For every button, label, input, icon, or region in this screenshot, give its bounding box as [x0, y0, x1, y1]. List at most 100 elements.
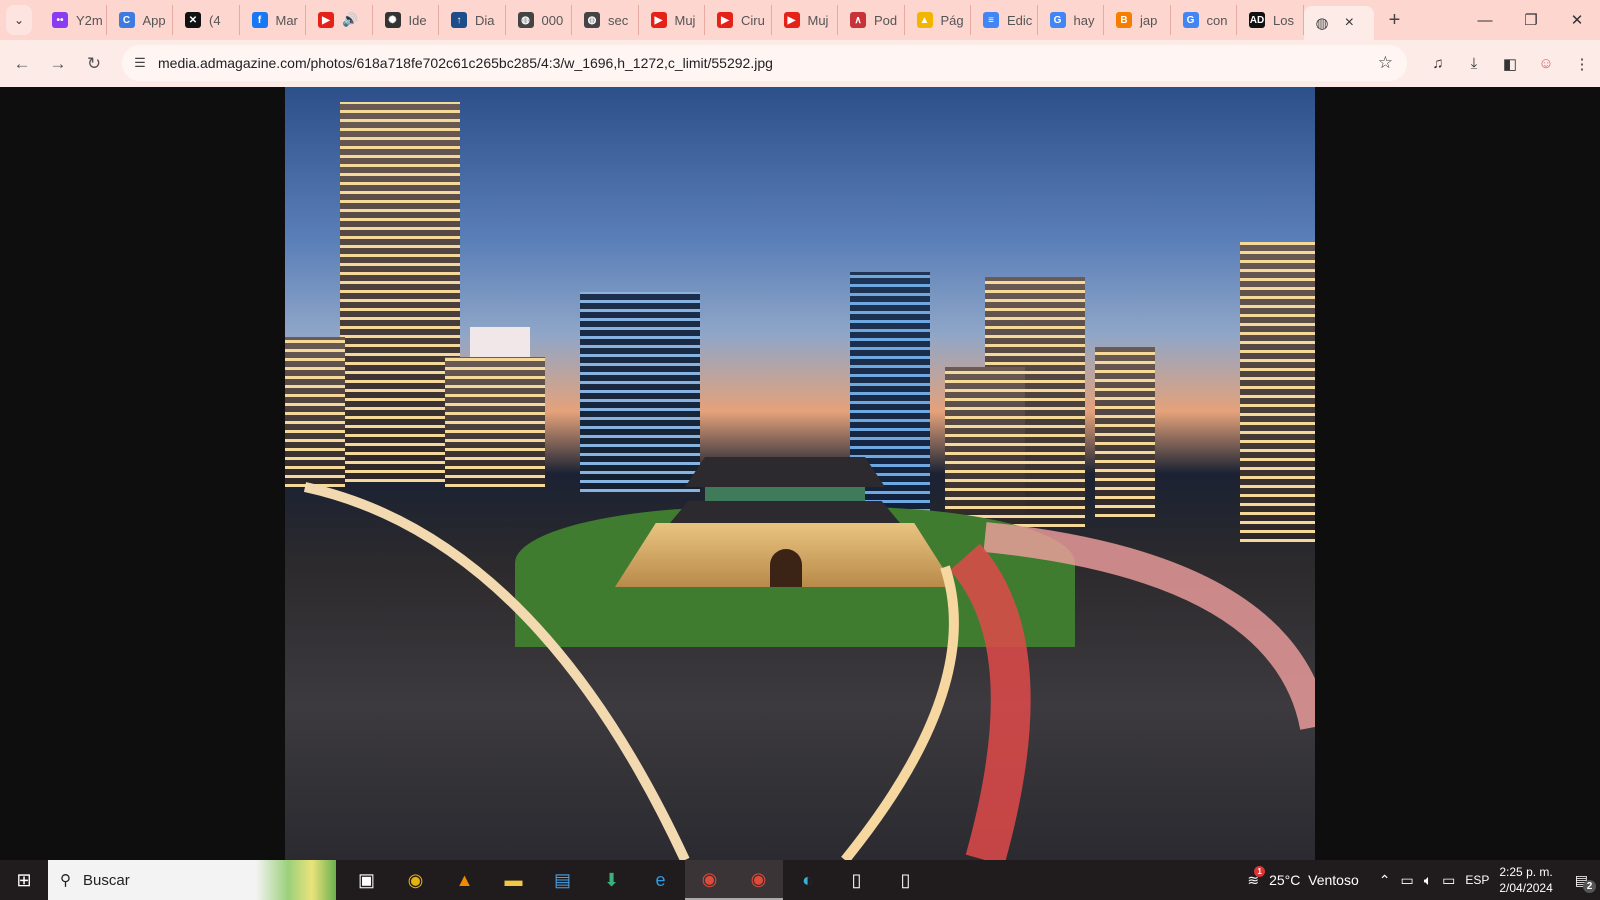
clock[interactable]: 2:25 p. m. 2/04/2024 — [1499, 864, 1552, 896]
media-control-icon[interactable]: ♫ — [1420, 55, 1456, 72]
minimize-button[interactable]: — — [1462, 0, 1508, 40]
tab-label: App — [142, 12, 166, 28]
capcut-icon: ✕ — [185, 12, 201, 28]
tab[interactable]: ◍ 000 — [506, 5, 572, 35]
vlc-icon[interactable]: ▲ — [440, 860, 489, 900]
windows-start-button[interactable]: ⊞ — [0, 870, 48, 891]
tab-label: con — [1206, 12, 1228, 28]
tab[interactable]: Gcon — [1171, 5, 1237, 35]
docs-icon: ≡ — [983, 12, 999, 28]
tab[interactable]: AD Los — [1237, 5, 1304, 35]
tab-label: sec — [608, 12, 629, 28]
tab-label: hay — [1073, 12, 1095, 28]
tab[interactable]: ▶ Ciru — [705, 5, 772, 35]
menu-icon[interactable]: ⋮ — [1564, 55, 1600, 73]
globe-icon: ◍ — [1315, 15, 1329, 32]
language-indicator[interactable]: ESP — [1465, 873, 1489, 887]
profile-avatar[interactable]: ☺ — [1528, 55, 1564, 72]
tab[interactable]: ▲ Pág — [905, 5, 971, 35]
show-hidden-icons-button[interactable]: ⌃ — [1379, 872, 1391, 889]
speaker-icon[interactable]: 🔊 — [342, 12, 358, 28]
tab[interactable]: ↑ Dia — [439, 5, 506, 35]
tab[interactable]: Bjap — [1104, 5, 1171, 35]
site-settings-icon[interactable]: ☰ — [122, 55, 158, 71]
back-button[interactable]: ← — [4, 54, 40, 74]
tab[interactable]: ▶ Muj — [772, 5, 838, 35]
file-icon[interactable]: ▯ — [832, 860, 881, 900]
reload-button[interactable]: ↻ — [76, 54, 112, 74]
ad-logo-icon: AD — [1249, 12, 1265, 28]
file-icon-2[interactable]: ▯ — [881, 860, 930, 900]
tab[interactable]: •• Y2m — [40, 5, 107, 35]
tab-label: Dia — [475, 12, 495, 28]
new-tab-button[interactable]: + — [1380, 9, 1410, 32]
tab-label: Edic — [1007, 12, 1033, 28]
chrome-profile-icon-2[interactable]: ◉ — [734, 860, 783, 900]
youtube-icon: ▶ — [783, 12, 800, 28]
tab[interactable]: C App — [107, 5, 173, 35]
taskbar-search[interactable]: ⚲ Buscar — [48, 860, 336, 900]
tab-label: Los — [1273, 12, 1294, 28]
volume-icon[interactable]: 🔈︎ — [1424, 872, 1432, 889]
internet-explorer-icon[interactable]: e — [636, 860, 685, 900]
task-view-icon[interactable]: ▣ — [342, 860, 391, 900]
tab-label: Pod — [874, 12, 898, 28]
file-explorer-icon[interactable]: ▬ — [489, 860, 538, 900]
tab-label: Muj — [674, 12, 696, 28]
tab-label: Y2m — [76, 12, 103, 28]
search-highlight-image — [256, 860, 336, 900]
tab[interactable]: ▶ Muj — [639, 5, 705, 35]
podcast-icon: ∧ — [850, 12, 866, 28]
tab[interactable]: f Mar — [240, 5, 306, 35]
tab[interactable]: ✺ Ide — [373, 5, 439, 35]
tab-bar: ⌄ •• Y2m C App ✕ (4 f Mar ▶ 🔊 ✺ Ide ↑ Dia ◍ 000 ◍ sec ▶ Muj… — [0, 0, 1600, 40]
network-icon[interactable]: ▭ — [1442, 872, 1455, 889]
blogger-icon: B — [1116, 12, 1132, 28]
youtube-icon: ▶ — [650, 12, 667, 28]
light-trails — [303, 482, 1315, 860]
tab-label: Muj — [807, 12, 829, 28]
tab-search-button[interactable]: ⌄ — [6, 5, 32, 35]
edge-icon[interactable]: ◐ — [783, 860, 832, 900]
notifications-icon[interactable]: ▤ 2 — [1575, 872, 1596, 893]
tab-label: Mar — [275, 12, 298, 28]
tab[interactable]: ≡ Edic — [971, 5, 1038, 35]
youtube-icon: ▶ — [717, 12, 733, 28]
displayed-image — [285, 87, 1315, 860]
forward-button[interactable]: → — [40, 54, 76, 74]
url-text[interactable]: media.admagazine.com/photos/618a718fe702… — [158, 55, 773, 71]
youtube-icon: ▶ — [318, 12, 334, 28]
restore-button[interactable]: ❐ — [1508, 0, 1554, 40]
close-window-button[interactable]: ✕ — [1554, 0, 1600, 40]
tab[interactable]: ∧ Pod — [838, 5, 905, 35]
tab-label: jap — [1140, 12, 1158, 28]
tab[interactable]: ▶ 🔊 — [306, 5, 373, 35]
search-icon: ⚲ — [60, 872, 71, 889]
chrome-icon[interactable]: ◉ — [391, 860, 440, 900]
store-icon[interactable]: ▤ — [538, 860, 587, 900]
tab-active[interactable]: ◍ × — [1303, 6, 1374, 40]
drive-icon: ▲ — [916, 12, 933, 28]
bookmark-star-icon[interactable]: ☆ — [1378, 53, 1393, 73]
globe-icon: ◍ — [584, 12, 600, 28]
globe-icon: ◍ — [517, 12, 534, 28]
side-panel-icon[interactable]: ◧ — [1492, 55, 1528, 73]
tab-label: Ide — [408, 12, 427, 28]
weather-icon[interactable]: ≋ 1 — [1247, 865, 1266, 889]
taskbar: ⊞ ⚲ Buscar ▣ ◉ ▲ ▬ ▤ ⬇ e ◉ ◉ ◐ ▯ ▯ ≋ 1 25… — [0, 860, 1600, 900]
tab-strip: •• Y2m C App ✕ (4 f Mar ▶ 🔊 ✺ Ide ↑ Dia ◍ 000 ◍ sec ▶ Muj ▶ C… — [40, 5, 1304, 35]
tab[interactable]: ✕ (4 — [173, 5, 240, 35]
installer-icon[interactable]: ⬇ — [587, 860, 636, 900]
camera-icon[interactable]: ▭ — [1400, 872, 1413, 889]
time: 2:25 p. m. — [1499, 865, 1553, 879]
chrome-profile-icon[interactable]: ◉ — [685, 860, 734, 900]
tab[interactable]: ◍ sec — [572, 5, 639, 35]
tab-label: Ciru — [741, 12, 765, 28]
weather-text[interactable]: 25°C Ventoso — [1269, 872, 1359, 888]
openai-icon: ✺ — [384, 12, 401, 28]
tab-close-button[interactable]: × — [1345, 14, 1354, 32]
download-icon[interactable]: ⤓ — [1456, 55, 1492, 72]
tab[interactable]: Ghay — [1038, 5, 1104, 35]
weather-badge: 1 — [1254, 865, 1266, 877]
address-bar[interactable]: ☰ media.admagazine.com/photos/618a718fe7… — [122, 45, 1407, 81]
